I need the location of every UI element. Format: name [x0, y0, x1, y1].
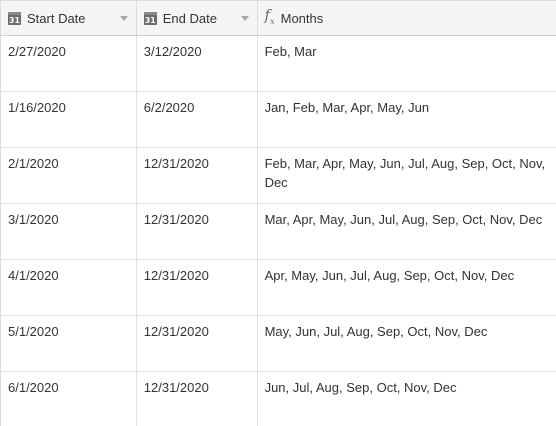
cell-end-date[interactable]: 12/31/2020	[137, 204, 258, 259]
calendar-icon-band	[8, 11, 21, 15]
column-header-start-date[interactable]: 31 Start Date	[1, 1, 137, 35]
cell-start-date[interactable]: 1/16/2020	[1, 92, 137, 147]
cell-start-date[interactable]: 3/1/2020	[1, 204, 137, 259]
formula-icon: fx	[264, 5, 275, 26]
chevron-down-icon[interactable]	[119, 16, 128, 21]
table-row[interactable]: 2/1/2020 12/31/2020 Feb, Mar, Apr, May, …	[1, 148, 556, 204]
cell-end-date[interactable]: 12/31/2020	[137, 316, 258, 371]
chevron-down-icon[interactable]	[240, 16, 249, 21]
cell-months[interactable]: May, Jun, Jul, Aug, Sep, Oct, Nov, Dec	[258, 316, 556, 371]
cell-months[interactable]: Feb, Mar	[258, 36, 556, 91]
column-header-label: End Date	[162, 10, 217, 26]
calendar-icon-band	[143, 11, 157, 15]
column-header-label: Months	[280, 10, 324, 26]
table-row[interactable]: 3/1/2020 12/31/2020 Mar, Apr, May, Jun, …	[1, 204, 556, 260]
calendar-icon: 31	[8, 11, 21, 25]
cell-months[interactable]: Jan, Feb, Mar, Apr, May, Jun	[258, 92, 556, 147]
cell-start-date[interactable]: 2/1/2020	[1, 148, 137, 203]
cell-start-date[interactable]: 5/1/2020	[1, 316, 137, 371]
calendar-icon: 31	[143, 11, 157, 25]
data-grid: 31 Start Date 31 End Date fx Months 2/27…	[0, 0, 556, 426]
table-row[interactable]: 4/1/2020 12/31/2020 Apr, May, Jun, Jul, …	[1, 260, 556, 316]
cell-end-date[interactable]: 12/31/2020	[137, 148, 258, 203]
cell-end-date[interactable]: 3/12/2020	[137, 36, 258, 91]
table-row[interactable]: 5/1/2020 12/31/2020 May, Jun, Jul, Aug, …	[1, 316, 556, 372]
column-header-end-date[interactable]: 31 End Date	[137, 1, 258, 35]
cell-end-date[interactable]: 12/31/2020	[137, 260, 258, 315]
column-header-label: Start Date	[27, 10, 86, 26]
cell-start-date[interactable]: 4/1/2020	[1, 260, 137, 315]
cell-start-date[interactable]: 6/1/2020	[1, 372, 137, 426]
cell-months[interactable]: Jun, Jul, Aug, Sep, Oct, Nov, Dec	[258, 372, 556, 426]
cell-months[interactable]: Apr, May, Jun, Jul, Aug, Sep, Oct, Nov, …	[258, 260, 556, 315]
cell-end-date[interactable]: 12/31/2020	[137, 372, 258, 426]
calendar-icon-number: 31	[8, 15, 21, 25]
cell-months[interactable]: Feb, Mar, Apr, May, Jun, Jul, Aug, Sep, …	[258, 148, 556, 203]
calendar-icon-number: 31	[144, 15, 156, 25]
table-row[interactable]: 6/1/2020 12/31/2020 Jun, Jul, Aug, Sep, …	[1, 372, 556, 426]
cell-months[interactable]: Mar, Apr, May, Jun, Jul, Aug, Sep, Oct, …	[258, 204, 556, 259]
grid-header: 31 Start Date 31 End Date fx Months	[1, 0, 556, 36]
table-row[interactable]: 1/16/2020 6/2/2020 Jan, Feb, Mar, Apr, M…	[1, 92, 556, 148]
cell-start-date[interactable]: 2/27/2020	[1, 36, 137, 91]
cell-end-date[interactable]: 6/2/2020	[137, 92, 258, 147]
table-row[interactable]: 2/27/2020 3/12/2020 Feb, Mar	[1, 36, 556, 92]
column-header-months[interactable]: fx Months	[258, 1, 556, 35]
